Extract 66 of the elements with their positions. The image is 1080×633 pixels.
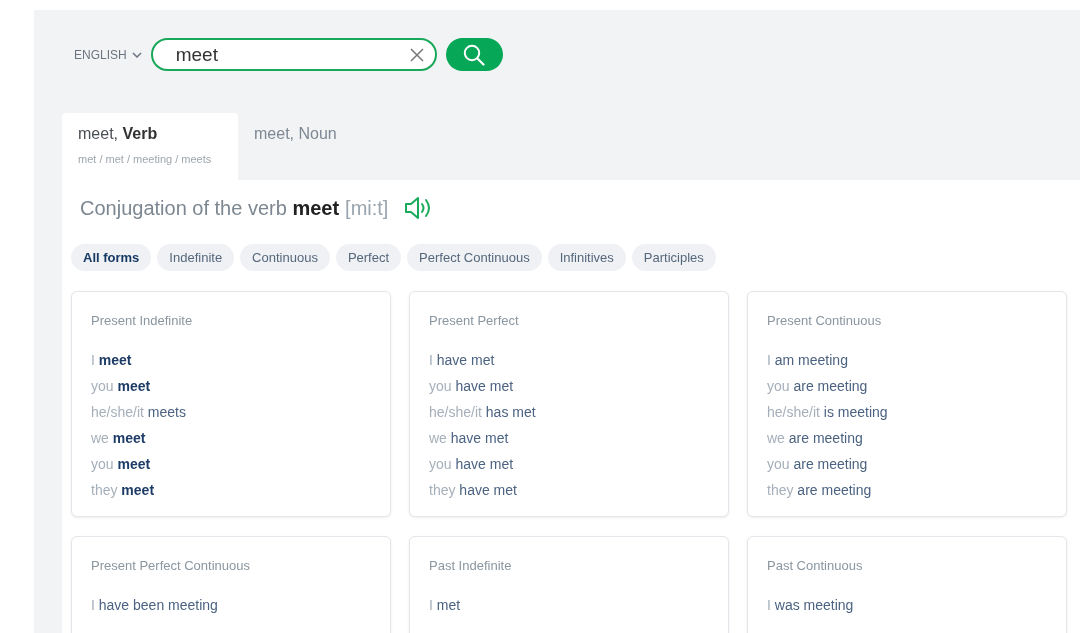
verb-form: are meeting [788,430,863,446]
tense-title: Present Perfect [429,313,519,329]
verb-form: was meeting [774,597,854,613]
pronoun: I [767,597,771,613]
pronoun: I [429,597,433,613]
verb-form: are meeting [793,378,868,394]
transcription: [mi:t] [345,196,389,220]
tense-title: Present Continuous [767,313,882,329]
pronoun: he/she/it [429,404,482,420]
pronoun: he/she/it [767,404,820,420]
close-icon[interactable] [409,48,424,62]
filter-chip[interactable]: Perfect [335,244,402,271]
verb-form: meet [117,456,151,472]
language-selector[interactable]: ENGLISH [74,47,142,62]
verb-form: met [436,597,461,613]
pronoun: they [91,482,118,498]
pronoun: they [767,482,794,498]
word-tab[interactable]: meet, Verb met / met / meeting / meets [62,113,238,180]
verb-form: meets [147,404,186,420]
tense-title: Present Indefinite [91,313,193,329]
verb-form: meet [98,352,132,368]
filter-chip[interactable]: Indefinite [157,244,235,271]
pronoun: you [429,456,452,472]
pronoun: I [91,352,95,368]
pronoun: I [767,352,771,368]
verb-form: have met [436,352,495,368]
verb-form: have met [455,456,514,472]
pronoun: you [767,456,790,472]
verb-form: has met [485,404,536,420]
verb-form: have met [450,430,509,446]
word-tab[interactable]: meet, Noun [254,125,337,143]
search-button[interactable] [445,38,503,71]
tense-title: Past Continuous [767,558,863,574]
filter-chip[interactable]: Perfect Continuous [407,244,542,271]
chevron-down-icon [131,51,142,58]
verb-form: have been meeting [98,597,218,613]
pronoun: he/she/it [91,404,144,420]
tense-title: Present Perfect Continuous [91,558,250,574]
verb-form: am meeting [774,352,848,368]
verb-form: are meeting [797,482,872,498]
pronoun: you [429,378,452,394]
filter-chip[interactable]: Participles [631,244,716,271]
filter-chip[interactable]: All forms [71,244,152,271]
pronoun: we [429,430,447,446]
verb-form: is meeting [823,404,888,420]
pronoun: we [767,430,785,446]
pronoun: you [91,456,114,472]
pronoun: you [767,378,790,394]
pronoun: you [91,378,114,394]
pronoun: they [429,482,456,498]
tense-title: Past Indefinite [429,558,512,574]
pronoun: we [91,430,109,446]
verb-form: meet [121,482,155,498]
filter-chip[interactable]: Infinitives [547,244,626,271]
search-field[interactable]: meet [150,38,437,71]
pronoun: I [429,352,433,368]
search-icon [463,43,486,66]
verb-forms: met / met / meeting / meets [78,153,212,165]
page-heading: Conjugation of the verb meet [80,196,340,220]
filter-chip[interactable]: Continuous [240,244,330,271]
verb-form: have met [459,482,517,498]
verb-form: meet [112,430,146,446]
verb-form: have met [455,378,514,394]
verb-form: meet [117,378,151,394]
pronoun: I [91,597,95,613]
verb-form: are meeting [793,456,868,472]
